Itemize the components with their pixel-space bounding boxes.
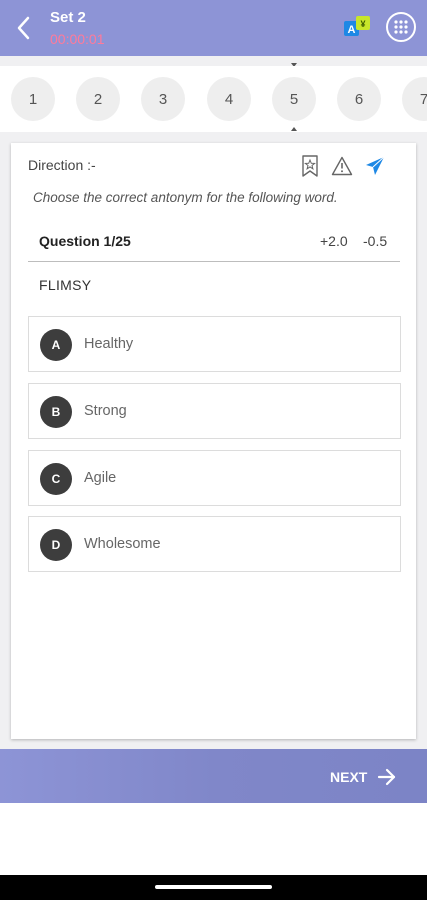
home-indicator[interactable]	[155, 885, 272, 889]
divider	[28, 261, 400, 262]
option-b[interactable]: B Strong	[28, 383, 401, 439]
bookmark-star-icon	[302, 155, 318, 177]
option-text: Strong	[84, 403, 127, 419]
back-arrow-icon	[17, 16, 30, 40]
option-letter-badge: C	[40, 463, 72, 495]
app-header: Set 2 00:00:01 A ¥	[0, 0, 427, 56]
question-number-button[interactable]: 6	[337, 77, 381, 121]
report-button[interactable]	[330, 154, 354, 178]
timer: 00:00:01	[50, 31, 105, 47]
option-text: Wholesome	[84, 536, 161, 552]
grid-menu-button[interactable]	[386, 12, 416, 42]
question-word: FLIMSY	[39, 277, 92, 293]
question-number-button[interactable]: 1	[11, 77, 55, 121]
bookmark-button[interactable]	[298, 154, 322, 178]
option-letter-badge: A	[40, 329, 72, 361]
svg-text:A: A	[348, 24, 356, 36]
grid-menu-icon	[394, 20, 408, 34]
positive-marks: +2.0	[320, 233, 348, 249]
warning-icon	[331, 156, 353, 176]
direction-text: Choose the correct antonym for the follo…	[33, 190, 338, 205]
question-number-button[interactable]: 4	[207, 77, 251, 121]
arrow-right-icon	[378, 768, 396, 786]
next-label: NEXT	[330, 769, 368, 785]
share-button[interactable]	[363, 154, 387, 178]
question-number-strip[interactable]: 1 2 3 4 5 6 7	[0, 66, 427, 132]
option-d[interactable]: D Wholesome	[28, 516, 401, 572]
svg-text:¥: ¥	[360, 19, 365, 29]
question-number-button[interactable]: 3	[141, 77, 185, 121]
option-a[interactable]: A Healthy	[28, 316, 401, 372]
translate-button[interactable]: A ¥	[342, 14, 372, 40]
negative-marks: -0.5	[363, 233, 388, 249]
option-text: Agile	[84, 470, 117, 486]
current-question-marker-bottom	[291, 127, 297, 131]
option-text: Healthy	[84, 336, 134, 352]
option-c[interactable]: C Agile	[28, 450, 401, 506]
send-icon	[366, 156, 385, 175]
set-title: Set 2	[50, 9, 86, 26]
back-button[interactable]	[10, 12, 38, 44]
question-card: Direction :- Choose the correct antonym …	[11, 143, 416, 739]
bottom-action-bar: NEXT	[0, 749, 427, 803]
next-button[interactable]: NEXT	[330, 764, 397, 790]
option-letter-badge: B	[40, 396, 72, 428]
question-number-button-current[interactable]: 5	[272, 77, 316, 121]
question-number-button[interactable]: 7	[402, 77, 427, 121]
option-letter-badge: D	[40, 529, 72, 561]
question-label: Question 1/25	[39, 233, 131, 249]
translate-icon: A ¥	[344, 16, 370, 36]
blank-bottom-area	[0, 803, 427, 875]
question-number-button[interactable]: 2	[76, 77, 120, 121]
direction-label: Direction :-	[28, 157, 96, 173]
system-navigation-bar	[0, 875, 427, 900]
